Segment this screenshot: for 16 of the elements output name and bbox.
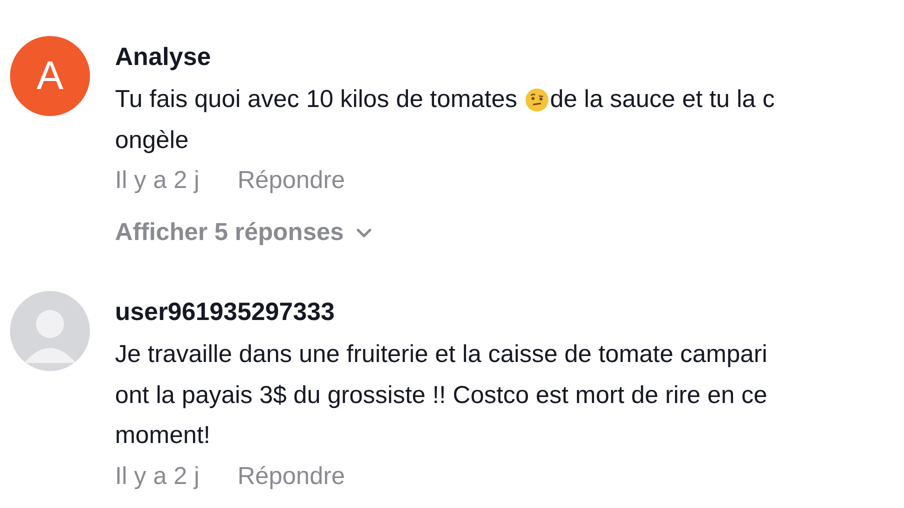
comment-text: Tu fais quoi avec 10 kilos de tomates xyxy=(115,85,518,115)
comment-text: ongèle xyxy=(115,126,189,156)
emoji-icon xyxy=(525,88,549,112)
view-replies-button[interactable]: Afficher 5 réponses xyxy=(115,213,372,253)
comment-text: Je travaille dans une fruiterie et la caisse de tomate campari xyxy=(115,340,768,370)
reply-link[interactable]: Répondre xyxy=(237,161,346,201)
timestamp: Il y a 2 j xyxy=(115,166,200,196)
timestamp: Il y a 2 j xyxy=(115,462,200,492)
comment-text: moment! xyxy=(115,421,210,451)
username[interactable]: Analyse xyxy=(115,39,211,75)
avatar: A xyxy=(10,36,90,116)
chevron-down-icon xyxy=(356,228,372,238)
reply-link[interactable]: Répondre xyxy=(237,456,346,496)
comment-text: de la sauce et tu la c xyxy=(550,85,775,115)
username[interactable]: user961935297333 xyxy=(115,294,335,330)
comment-text: ont la payais 3$ du grossiste !! Costco est mort de rire en ce xyxy=(115,380,768,410)
